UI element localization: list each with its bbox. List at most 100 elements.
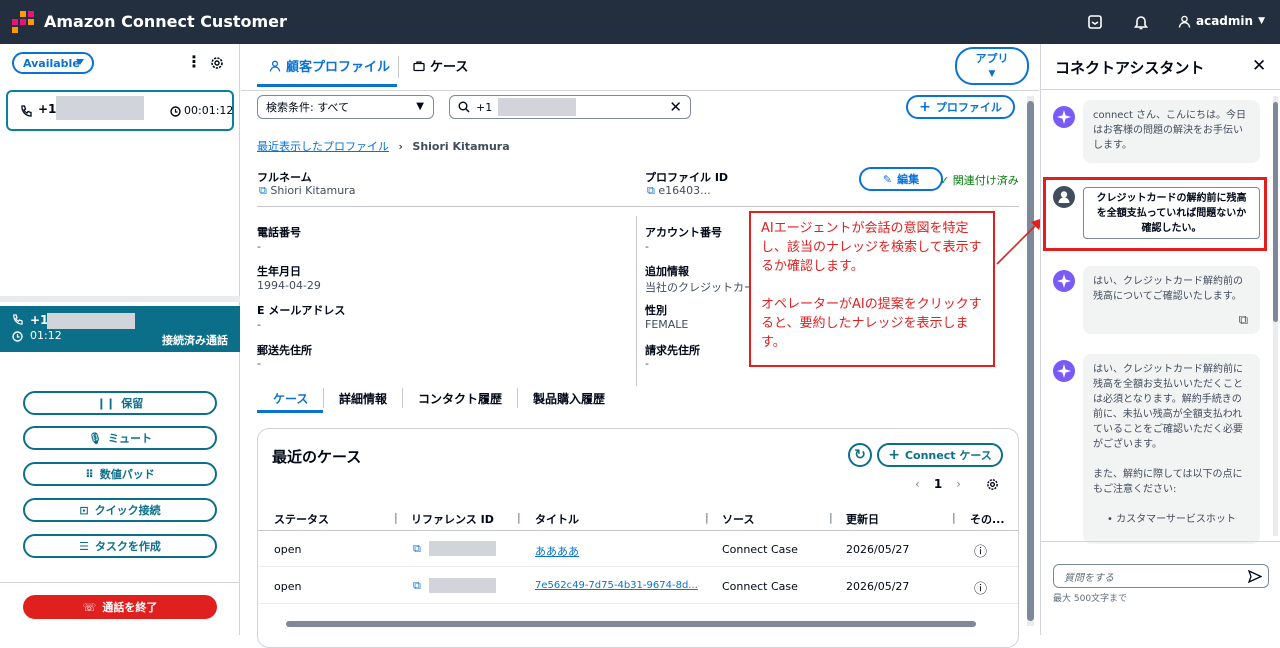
assistant-message-text: はい、クレジットカード解約前の残高についてご確認いたします。 — [1093, 276, 1243, 302]
assistant-list-item: • カスタマーサービスホット — [1093, 512, 1250, 527]
full-name-text: Shiori Kitamura — [270, 184, 356, 197]
info-icon[interactable]: ⓘ — [974, 541, 987, 560]
refresh-button[interactable]: ↻ — [848, 443, 872, 467]
connected-timer: 01:12 — [30, 329, 62, 342]
account-label: アカウント番号 — [645, 226, 722, 239]
user-icon — [269, 60, 281, 72]
mailing-address-label: 郵送先住所 — [257, 344, 312, 357]
user-menu[interactable]: acadmin ▼ — [1178, 14, 1265, 28]
linked-label: 関連付け済み — [952, 174, 1019, 187]
vertical-scrollbar[interactable] — [1027, 96, 1034, 626]
col-header-updated[interactable]: 更新日 — [846, 511, 879, 527]
next-page-icon[interactable]: › — [956, 477, 961, 491]
question-input[interactable]: 質問をする — [1053, 564, 1269, 588]
tab-case[interactable]: ケース — [413, 56, 468, 75]
plus-icon: + — [888, 447, 900, 463]
gender-label: 性別 — [645, 304, 667, 317]
edit-button[interactable]: ✎ 編集 — [859, 167, 943, 191]
panel-divider[interactable] — [0, 296, 240, 302]
character-limit: 最大 500文字まで — [1053, 594, 1128, 604]
cell-source: Connect Case — [722, 543, 798, 556]
apps-button[interactable]: アプリ ▼ — [955, 47, 1029, 85]
col-resizer[interactable]: | — [517, 511, 521, 524]
inbox-icon[interactable] — [1086, 13, 1104, 31]
col-header-title[interactable]: タイトル — [535, 511, 579, 527]
linked-status: ✓ 関連付け済み — [940, 172, 1019, 188]
chat-scrollbar[interactable] — [1273, 96, 1278, 536]
app-title: Amazon Connect Customer — [44, 12, 287, 31]
send-icon[interactable] — [1248, 570, 1262, 583]
col-header-other[interactable]: その... — [970, 511, 1005, 527]
mailing-address-value: - — [257, 357, 261, 370]
caret-down-icon: ▼ — [988, 69, 996, 79]
mute-button[interactable]: 🎙︎ ミュート — [23, 426, 217, 450]
tab-case-label: ケース — [430, 60, 469, 75]
cell-title-link[interactable]: 7e562c49-7d75-4b31-9674-8d... — [535, 580, 698, 591]
breadcrumb-current: Shiori Kitamura — [412, 140, 510, 153]
copy-icon[interactable]: ⧉ — [413, 579, 421, 593]
col-header-source[interactable]: ソース — [722, 511, 754, 527]
cell-title-link[interactable]: ああああ — [535, 543, 579, 559]
connected-call-card[interactable]: +1 01:12 接続済み通話 — [0, 306, 240, 352]
col-resizer[interactable]: | — [829, 511, 833, 524]
ai-sparkle-icon — [1053, 270, 1075, 292]
tab-cases[interactable]: ケース — [273, 390, 308, 407]
caret-down-icon — [76, 59, 84, 65]
tab-purchase-history[interactable]: 製品購入履歴 — [533, 390, 605, 407]
more-icon[interactable]: ⋮ — [186, 54, 202, 70]
close-icon[interactable]: ✕ — [1252, 56, 1266, 76]
breadcrumb: 最近表示したプロファイル › Shiori Kitamura — [257, 138, 510, 154]
bell-icon[interactable] — [1132, 13, 1150, 31]
tab-details[interactable]: 詳細情報 — [339, 390, 387, 407]
assistant-message: はい、クレジットカード解約前の残高についてご確認いたします。 ⧉ — [1083, 266, 1260, 334]
copy-icon[interactable]: ⧉ — [647, 184, 655, 197]
refresh-icon: ↻ — [854, 447, 866, 463]
create-task-button[interactable]: ☰ タスクを作成 — [23, 534, 217, 558]
cell-status: open — [274, 580, 302, 593]
page-number[interactable]: 1 — [934, 477, 942, 491]
scrollbar-thumb[interactable] — [1273, 102, 1278, 322]
copy-icon[interactable]: ⧉ — [1239, 313, 1248, 328]
connect-assistant-panel: コネクトアシスタント ✕ connect さん、こんにちは。今日はお客様の問題の… — [1040, 44, 1280, 635]
quick-connect-label: クイック接続 — [94, 504, 161, 517]
ai-sparkle-icon — [1053, 360, 1075, 382]
gear-icon[interactable] — [210, 56, 224, 70]
agent-status-dropdown[interactable]: Available — [12, 52, 94, 74]
tab-customer-profile[interactable]: 顧客プロファイル — [269, 56, 390, 75]
hold-button[interactable]: ❙❙ 保留 — [23, 391, 217, 415]
copy-icon[interactable]: ⧉ — [413, 542, 421, 556]
annotation-callout: AIエージェントが会話の意図を特定し、該当のナレッジを検索して表示するか確認しま… — [749, 211, 995, 367]
search-filter-select[interactable]: 検索条件: すべて ▼ — [257, 95, 434, 119]
pause-icon: ❙❙ — [96, 396, 116, 410]
search-icon — [458, 101, 470, 113]
breadcrumb-parent-link[interactable]: 最近表示したプロファイル — [257, 140, 389, 153]
tab-contact-history[interactable]: コンタクト履歴 — [418, 390, 502, 407]
add-profile-button[interactable]: + プロファイル — [906, 95, 1015, 119]
numpad-label: 数値パッド — [99, 468, 155, 481]
col-header-status[interactable]: ステータス — [274, 511, 329, 527]
quick-connect-button[interactable]: ⊡ クイック接続 — [23, 498, 217, 522]
assistant-list-text: カスタマーサービスホット — [1116, 514, 1236, 525]
agent-status-label: Available — [23, 56, 80, 70]
clear-icon[interactable]: ✕ — [669, 98, 682, 116]
copy-icon[interactable]: ⧉ — [259, 184, 267, 197]
prev-page-icon[interactable]: ‹ — [915, 477, 920, 491]
end-call-button[interactable]: ☏ 通話を終了 — [23, 595, 217, 619]
col-resizer[interactable]: | — [952, 511, 956, 524]
new-connect-case-button[interactable]: + Connect ケース — [877, 443, 1003, 467]
redacted-reference — [429, 541, 496, 556]
col-resizer[interactable]: | — [394, 511, 398, 524]
scrollbar-thumb[interactable] — [1027, 101, 1034, 621]
profile-search-input[interactable]: +1 ✕ — [449, 95, 691, 119]
divider — [258, 530, 1018, 531]
numpad-button[interactable]: ⠿ 数値パッド — [23, 462, 217, 486]
divider — [1041, 89, 1280, 90]
col-resizer[interactable]: | — [705, 511, 709, 524]
active-contact-card[interactable]: +1 00:01:12 — [6, 90, 234, 131]
briefcase-icon — [413, 60, 425, 71]
settings-icon[interactable] — [986, 478, 999, 491]
recent-cases-title: 最近のケース — [272, 448, 362, 466]
col-header-reference[interactable]: リファレンス ID — [411, 511, 494, 527]
horizontal-scrollbar[interactable] — [286, 621, 976, 627]
info-icon[interactable]: ⓘ — [974, 578, 987, 597]
